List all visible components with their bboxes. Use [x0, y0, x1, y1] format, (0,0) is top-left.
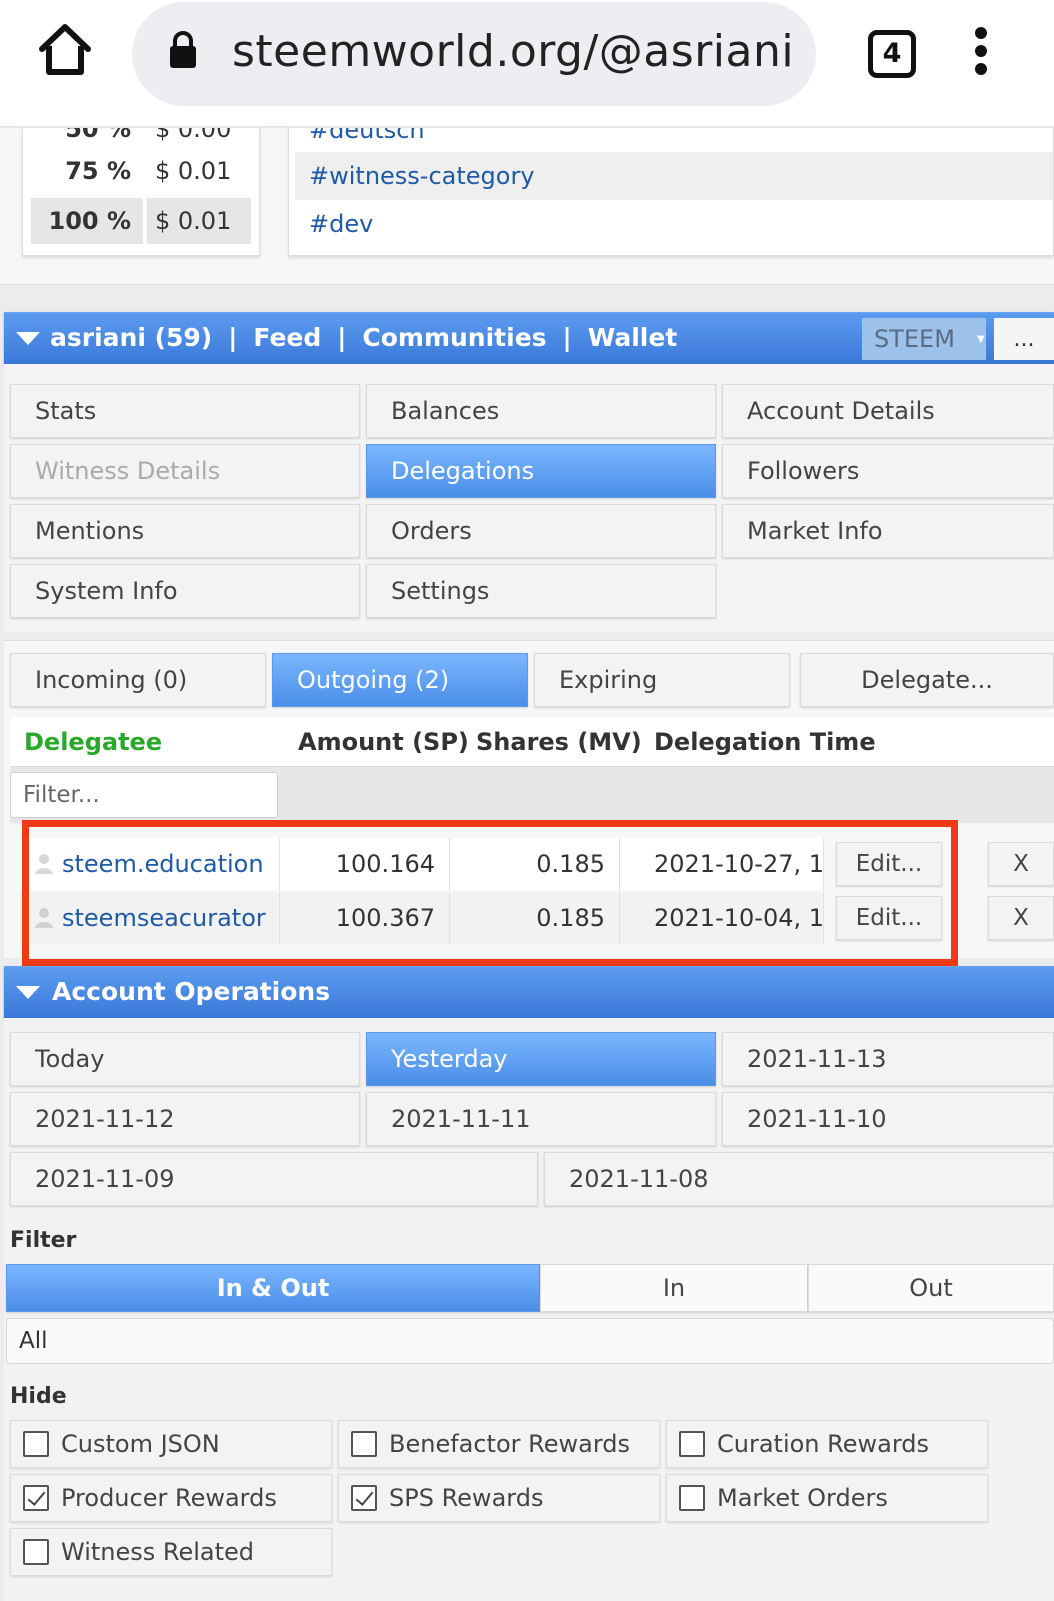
url-text[interactable]: steemworld.org/@asriani [232, 26, 794, 77]
checkbox[interactable] [23, 1539, 49, 1565]
wallet-link[interactable]: Wallet [588, 321, 678, 355]
tab-balances[interactable]: Balances [366, 384, 716, 438]
filter-out[interactable]: Out [808, 1264, 1054, 1312]
tab-market-info[interactable]: Market Info [722, 504, 1054, 558]
date-tab[interactable]: 2021-11-12 [10, 1092, 360, 1146]
vote-value-row: 100 % $ 0.01 [31, 198, 251, 244]
tab-followers[interactable]: Followers [722, 444, 1054, 498]
tag-link[interactable]: #dev [295, 200, 1053, 248]
currency-select[interactable]: STEEM ▼ [862, 318, 986, 360]
checkbox[interactable] [351, 1431, 377, 1457]
column-header-amount[interactable]: Amount (SP) [298, 717, 469, 767]
feed-link[interactable]: Feed [253, 321, 321, 355]
communities-link[interactable]: Communities [362, 321, 546, 355]
checkbox-label: Curation Rewards [717, 1430, 930, 1458]
hide-label: Hide [10, 1384, 67, 1409]
delegate-button[interactable]: Delegate... [800, 653, 1054, 707]
tab-outgoing[interactable]: Outgoing (2) [272, 653, 528, 707]
remove-delegation-button[interactable]: X [988, 896, 1054, 940]
collapse-triangle-icon[interactable] [16, 332, 40, 345]
separator: | [562, 323, 572, 352]
vote-value-row: 75 % $ 0.01 [65, 157, 232, 185]
vote-value-card: 50 % $ 0.00 75 % $ 0.01 100 % $ 0.01 [22, 128, 260, 256]
hide-producer-rewards[interactable]: Producer Rewards [10, 1474, 332, 1522]
checkbox-checked[interactable] [23, 1485, 49, 1511]
checkbox-checked[interactable] [351, 1485, 377, 1511]
filter-label: Filter [10, 1228, 77, 1253]
checkbox-label: Benefactor Rewards [389, 1430, 631, 1458]
checkbox-label: Producer Rewards [61, 1484, 277, 1512]
tag-link[interactable]: #deutsch [295, 128, 1053, 154]
collapse-triangle-icon[interactable] [16, 986, 40, 999]
date-tab-yesterday[interactable]: Yesterday [366, 1032, 716, 1086]
kebab-menu-icon[interactable] [972, 26, 990, 76]
home-icon[interactable] [38, 22, 92, 78]
date-tab[interactable]: 2021-11-13 [722, 1032, 1054, 1086]
tab-settings[interactable]: Settings [366, 564, 716, 618]
filter-in[interactable]: In [540, 1264, 808, 1312]
delegatee-filter-input[interactable]: Filter... [10, 772, 278, 818]
tab-witness-details[interactable]: Witness Details [10, 444, 360, 498]
tab-mentions[interactable]: Mentions [10, 504, 360, 558]
hide-curation-rewards[interactable]: Curation Rewards [666, 1420, 988, 1468]
date-tab[interactable]: 2021-11-10 [722, 1092, 1054, 1146]
tab-system-info[interactable]: System Info [10, 564, 360, 618]
tab-orders[interactable]: Orders [366, 504, 716, 558]
tags-card: #deutsch #witness-category #dev [288, 128, 1054, 256]
date-tab[interactable]: 2021-11-09 [10, 1152, 538, 1206]
tab-account-details[interactable]: Account Details [722, 384, 1054, 438]
column-header-delegatee[interactable]: Delegatee [24, 717, 162, 767]
tag-link[interactable]: #witness-category [295, 152, 1053, 200]
date-tab[interactable]: 2021-11-08 [544, 1152, 1054, 1206]
operation-type-select[interactable]: All [6, 1318, 1054, 1364]
hide-witness-related[interactable]: Witness Related [10, 1528, 332, 1576]
checkbox-label: Witness Related [61, 1538, 255, 1566]
date-tab-today[interactable]: Today [10, 1032, 360, 1086]
checkbox-label: Market Orders [717, 1484, 888, 1512]
dropdown-arrow-icon: ▼ [976, 333, 985, 345]
filter-in-out[interactable]: In & Out [6, 1264, 540, 1312]
hide-sps-rewards[interactable]: SPS Rewards [338, 1474, 660, 1522]
checkbox[interactable] [679, 1431, 705, 1457]
checkbox-label: SPS Rewards [389, 1484, 544, 1512]
tab-switcher-button[interactable]: 4 [868, 30, 916, 78]
currency-label: STEEM [874, 325, 955, 353]
remove-delegation-button[interactable]: X [988, 842, 1054, 886]
separator: | [337, 323, 347, 352]
hide-benefactor-rewards[interactable]: Benefactor Rewards [338, 1420, 660, 1468]
browser-toolbar: steemworld.org/@asriani 4 [0, 0, 1054, 128]
column-header-delegation-time[interactable]: Delegation Time [654, 717, 876, 767]
checkbox[interactable] [23, 1431, 49, 1457]
tab-incoming[interactable]: Incoming (0) [10, 653, 266, 707]
hide-market-orders[interactable]: Market Orders [666, 1474, 988, 1522]
account-link[interactable]: asriani (59) [50, 321, 212, 355]
date-tab[interactable]: 2021-11-11 [366, 1092, 716, 1146]
account-nav: asriani (59) | Feed | Communities | Wall… [50, 321, 677, 355]
highlight-annotation-box [22, 820, 958, 966]
checkbox[interactable] [679, 1485, 705, 1511]
hide-custom-json[interactable]: Custom JSON [10, 1420, 332, 1468]
tab-expiring[interactable]: Expiring [534, 653, 790, 707]
tab-stats[interactable]: Stats [10, 384, 360, 438]
lock-icon [170, 31, 196, 68]
column-header-shares[interactable]: Shares (MV) [476, 717, 642, 767]
separator: | [228, 323, 238, 352]
more-button[interactable]: ... [994, 318, 1054, 360]
tab-delegations[interactable]: Delegations [366, 444, 716, 498]
checkbox-label: Custom JSON [61, 1430, 220, 1458]
section-title: Account Operations [52, 977, 331, 1006]
